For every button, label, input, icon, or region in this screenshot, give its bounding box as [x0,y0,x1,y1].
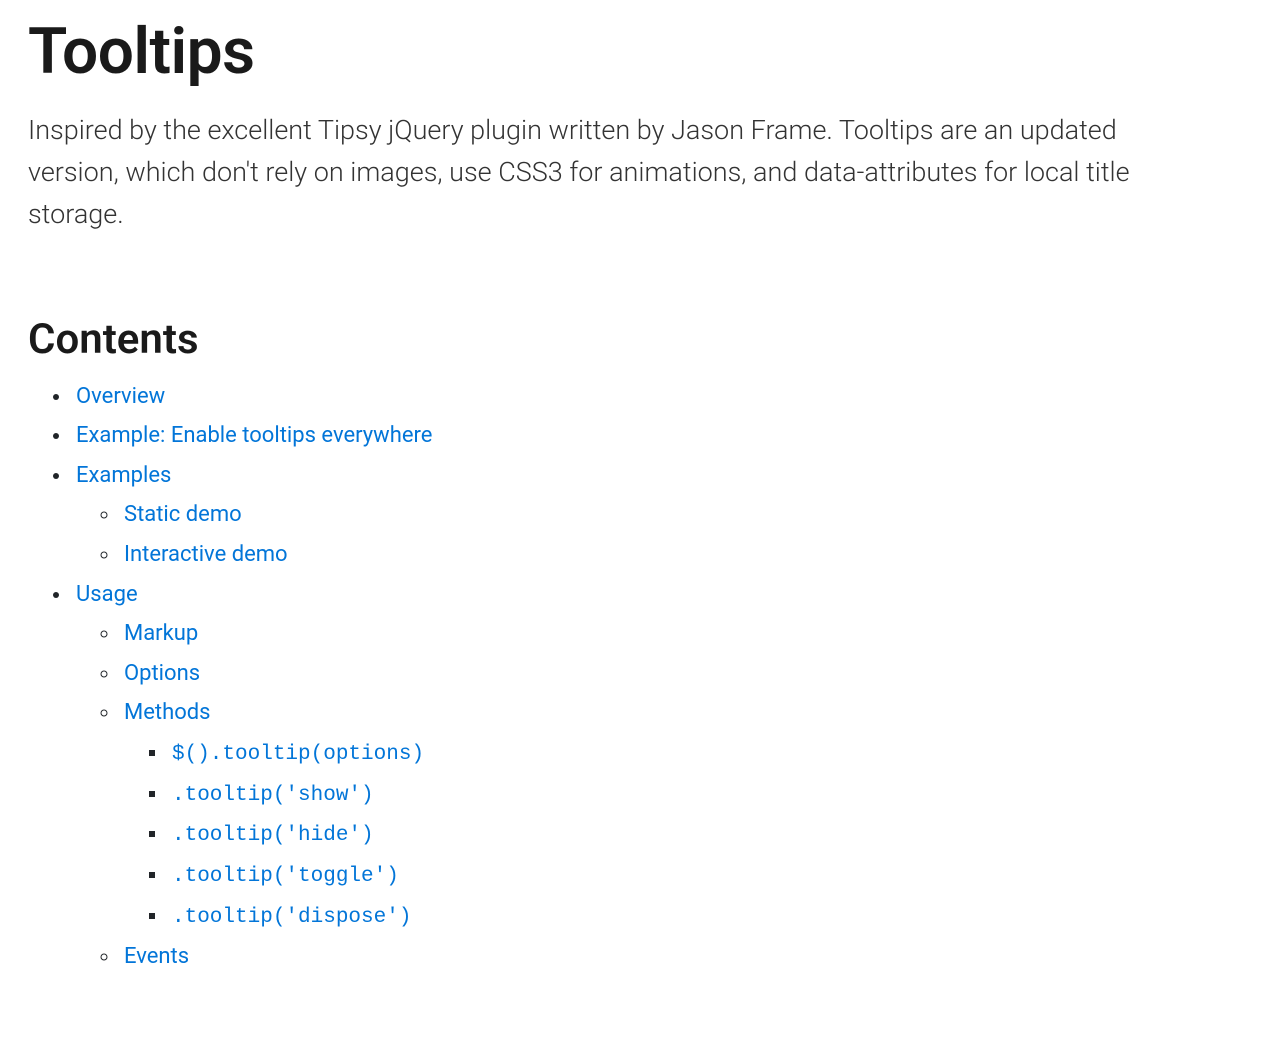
toc-link-method-tooltip-options[interactable]: $().tooltip(options) [172,743,424,766]
toc-item: Options [120,654,1256,694]
toc-link-interactive-demo[interactable]: Interactive demo [124,542,288,567]
toc-item: Example: Enable tooltips everywhere [72,416,1256,456]
toc-item: Events [120,937,1256,977]
contents-heading: Contents [28,308,1256,371]
toc-link-options[interactable]: Options [124,661,200,686]
toc-item: .tooltip('hide') [168,814,1256,855]
page-title: Tooltips [28,0,1256,100]
toc-item: Examples Static demo Interactive demo [72,456,1256,575]
toc-item: Overview [72,377,1256,417]
toc-item: .tooltip('toggle') [168,855,1256,896]
toc-link-overview[interactable]: Overview [76,384,165,409]
toc-link-examples[interactable]: Examples [76,463,171,488]
toc-item: Usage Markup Options Methods $().tooltip… [72,575,1256,977]
toc-item: Methods $().tooltip(options) .tooltip('s… [120,693,1256,937]
toc-item: Static demo [120,495,1256,535]
toc-item: Markup [120,614,1256,654]
page-lead: Inspired by the excellent Tipsy jQuery p… [28,110,1208,236]
toc-link-markup[interactable]: Markup [124,621,198,646]
toc-link-events[interactable]: Events [124,944,189,969]
toc-subsublist: $().tooltip(options) .tooltip('show') .t… [124,733,1256,937]
toc-link-method-tooltip-dispose[interactable]: .tooltip('dispose') [172,906,411,929]
toc-list: Overview Example: Enable tooltips everyw… [28,377,1256,977]
toc-item: .tooltip('dispose') [168,896,1256,937]
toc-sublist: Markup Options Methods $().tooltip(optio… [76,614,1256,976]
toc-link-method-tooltip-toggle[interactable]: .tooltip('toggle') [172,865,399,888]
toc-link-methods[interactable]: Methods [124,700,211,725]
toc-link-method-tooltip-show[interactable]: .tooltip('show') [172,784,374,807]
toc-sublist: Static demo Interactive demo [76,495,1256,574]
toc-link-static-demo[interactable]: Static demo [124,502,242,527]
toc-item: $().tooltip(options) [168,733,1256,774]
toc-item: .tooltip('show') [168,774,1256,815]
toc-link-method-tooltip-hide[interactable]: .tooltip('hide') [172,824,374,847]
toc-link-example-enable[interactable]: Example: Enable tooltips everywhere [76,423,432,448]
toc-item: Interactive demo [120,535,1256,575]
toc-link-usage[interactable]: Usage [76,582,138,607]
